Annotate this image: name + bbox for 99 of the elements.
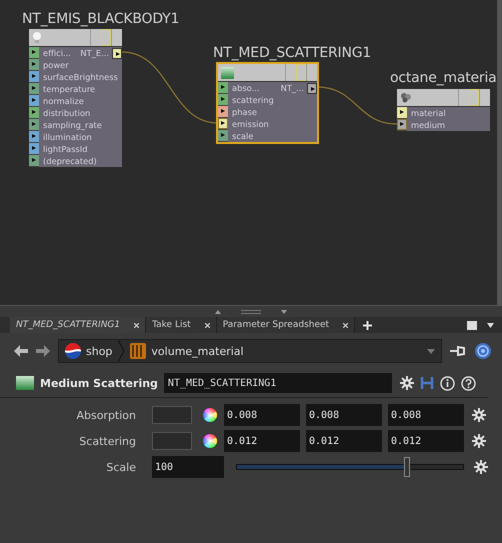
node-flag[interactable] — [296, 64, 306, 81]
close-icon[interactable] — [134, 322, 140, 328]
crate-icon — [130, 343, 146, 359]
value-field[interactable]: 0.008 — [388, 404, 464, 426]
input-port[interactable] — [29, 95, 39, 107]
node-name-field[interactable]: NT_MED_SCATTERING1 — [164, 373, 392, 393]
gradient-icon — [221, 66, 234, 78]
color-swatch[interactable] — [152, 406, 192, 424]
path-segment[interactable]: volume_material — [151, 344, 244, 358]
port-label: illumination — [43, 132, 92, 142]
gear-icon[interactable] — [472, 434, 486, 448]
input-port[interactable] — [397, 119, 407, 131]
parameter-label: Scale — [105, 460, 136, 474]
tab[interactable]: NT_MED_SCATTERING1 — [10, 317, 146, 333]
value-field[interactable]: 0.012 — [224, 430, 300, 452]
gear-icon[interactable] — [400, 376, 414, 390]
target-icon[interactable] — [474, 342, 492, 360]
path-segment[interactable]: shop — [86, 344, 112, 358]
bulb-icon — [32, 31, 42, 44]
help-icon[interactable] — [461, 376, 476, 390]
port-label: abso... — [232, 83, 260, 93]
output-port[interactable] — [307, 82, 317, 94]
node-type-label: Medium Scattering — [40, 376, 158, 390]
collapse-down-icon[interactable] — [281, 310, 287, 314]
tab[interactable]: Parameter Spreadsheet — [216, 317, 356, 333]
chevron-icon — [118, 340, 124, 362]
port-label: scale — [232, 131, 254, 141]
port-label: effici... — [43, 48, 71, 58]
port-label: emission — [232, 119, 269, 129]
info-icon[interactable] — [440, 376, 455, 390]
slider-track[interactable] — [236, 457, 464, 477]
input-port[interactable] — [29, 71, 39, 83]
node[interactable]: effici... NT_E... power surfaceBrightness temperature normalize distribution sampling_rate illumination lightPassId (deprecated) — [29, 29, 122, 167]
slider-thumb[interactable] — [404, 457, 410, 477]
back-icon[interactable] — [14, 344, 28, 358]
value-field[interactable]: 0.012 — [306, 430, 382, 452]
node-title: octane_materia — [390, 70, 497, 86]
node-title: NT_EMIS_BLACKBODY1 — [22, 11, 180, 27]
gear-icon[interactable] — [472, 408, 486, 422]
close-icon[interactable] — [343, 322, 348, 328]
port-label: surfaceBrightness — [43, 72, 118, 82]
output-port[interactable] — [112, 48, 122, 58]
input-port[interactable] — [218, 106, 228, 118]
grip-icon[interactable] — [241, 310, 261, 314]
pin-icon[interactable] — [450, 344, 466, 358]
input-port[interactable] — [29, 155, 39, 167]
close-icon[interactable] — [204, 322, 210, 328]
output-value: NT_E... — [80, 48, 109, 58]
gradient-icon[interactable] — [16, 376, 34, 390]
input-port[interactable] — [29, 47, 39, 59]
value-field[interactable]: 0.008 — [306, 404, 382, 426]
input-port[interactable] — [29, 59, 39, 71]
node-title: NT_MED_SCATTERING1 — [213, 45, 372, 61]
color-swatch[interactable] — [152, 432, 192, 450]
port-label: sampling_rate — [43, 120, 102, 130]
color-wheel-icon[interactable] — [202, 407, 218, 423]
port-label: medium — [411, 120, 446, 130]
node-flag[interactable] — [469, 89, 479, 106]
input-port[interactable] — [29, 119, 39, 131]
caret-icon[interactable] — [487, 322, 494, 328]
add-tab-icon[interactable] — [363, 320, 372, 330]
parameter-label: Scattering — [78, 434, 136, 448]
input-port[interactable] — [218, 94, 228, 106]
value-field[interactable]: 0.012 — [388, 430, 464, 452]
value-field[interactable]: 100 — [152, 456, 224, 478]
help-h-icon[interactable] — [420, 376, 434, 390]
path-field[interactable]: shop volume_material — [58, 339, 442, 363]
port-label: (deprecated) — [43, 156, 97, 166]
port-label: scattering — [232, 95, 274, 105]
input-port[interactable] — [29, 107, 39, 119]
value-field[interactable]: 0.008 — [224, 404, 300, 426]
node[interactable]: abso... NT_... scattering phase emission scale — [218, 64, 317, 142]
input-port[interactable] — [218, 82, 228, 94]
node-flag[interactable] — [101, 29, 111, 46]
gear-icon[interactable] — [474, 460, 488, 474]
color-wheel-icon[interactable] — [202, 433, 218, 449]
port-label: normalize — [43, 96, 84, 106]
flower-icon — [400, 92, 412, 103]
input-port[interactable] — [218, 118, 228, 130]
port-label: lightPassId — [43, 144, 88, 154]
node[interactable]: material medium — [397, 89, 490, 131]
ball-icon — [65, 343, 81, 359]
input-port[interactable] — [29, 131, 39, 143]
tab[interactable]: Take List — [146, 317, 217, 333]
parameter-label: Absorption — [75, 408, 136, 422]
port-label: distribution — [43, 108, 90, 118]
input-port[interactable] — [397, 107, 407, 119]
input-port[interactable] — [29, 143, 39, 155]
collapse-up-icon[interactable] — [215, 310, 221, 314]
input-port[interactable] — [29, 83, 39, 95]
input-port[interactable] — [218, 130, 228, 142]
output-value: NT_... — [280, 83, 304, 93]
port-label: material — [411, 108, 446, 118]
port-label: power — [43, 60, 69, 70]
forward-icon[interactable] — [36, 344, 50, 358]
port-label: temperature — [43, 84, 96, 94]
dropdown-icon[interactable] — [427, 348, 435, 354]
window-icon[interactable] — [467, 320, 477, 330]
port-label: phase — [232, 107, 258, 117]
